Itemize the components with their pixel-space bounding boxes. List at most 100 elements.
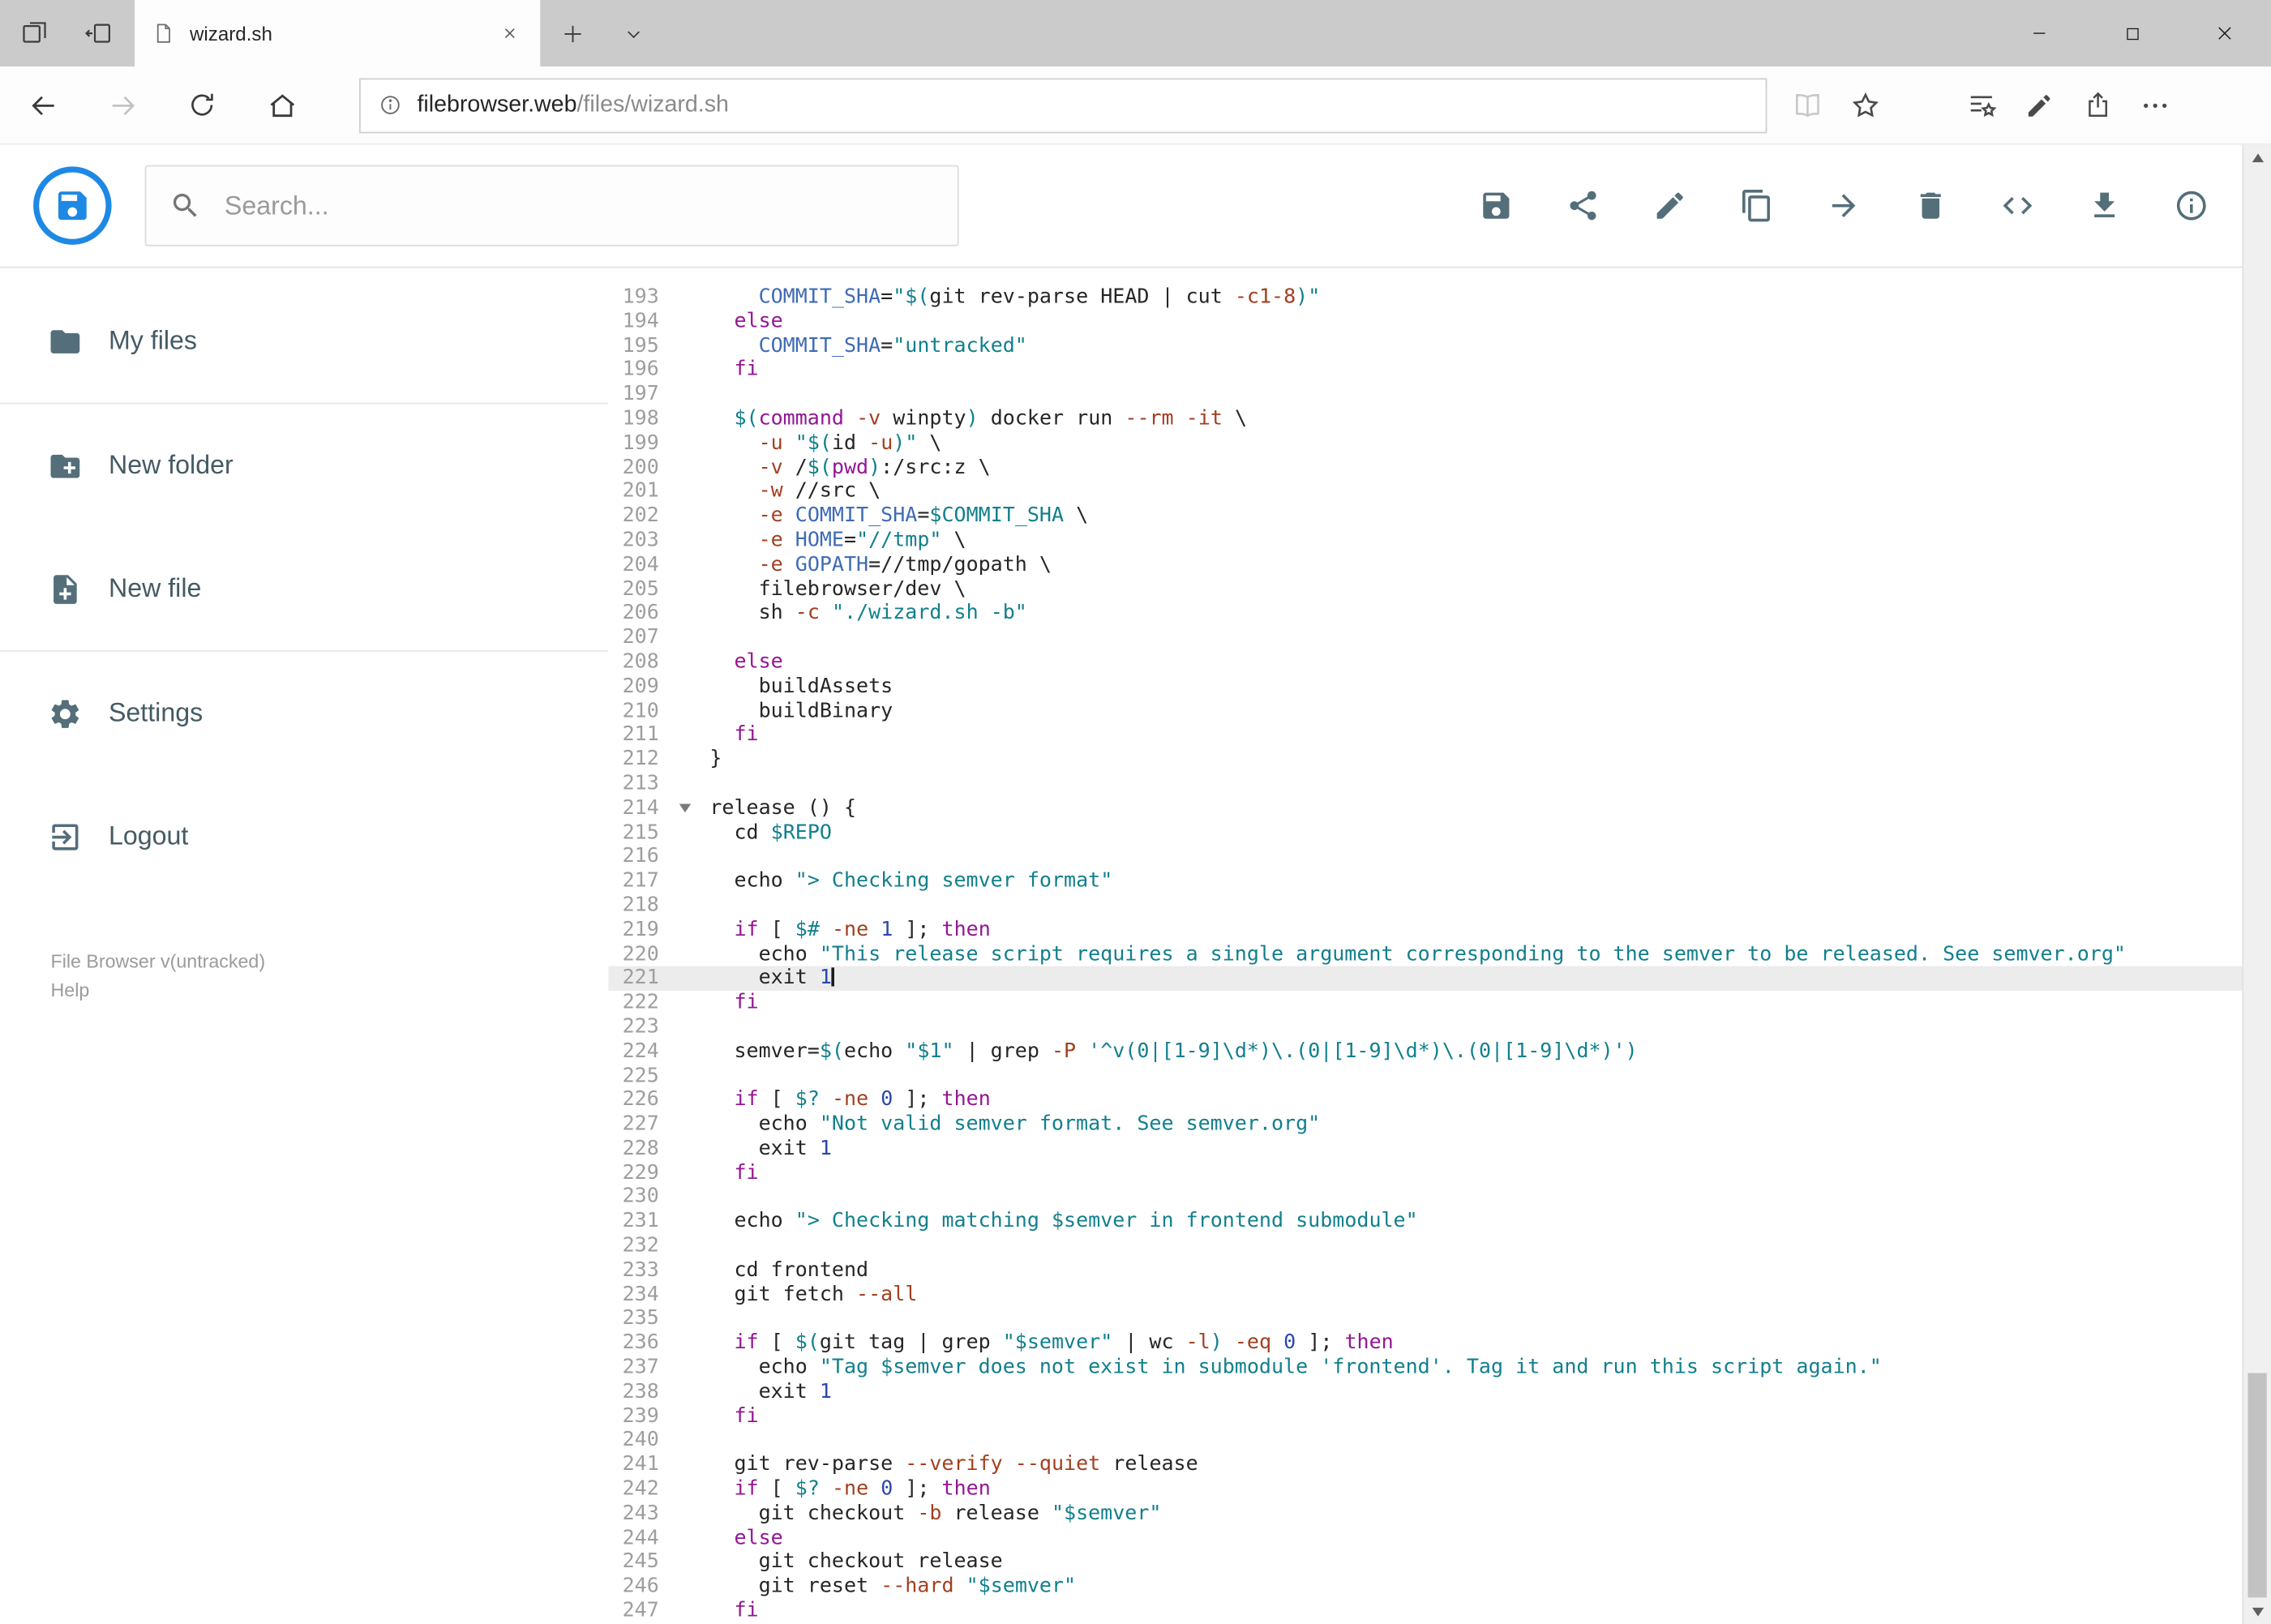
scrollbar-track[interactable] — [2242, 144, 2271, 1624]
set-tabs-aside-icon[interactable] — [84, 19, 114, 48]
code-line-211[interactable]: 211 fi — [608, 723, 2271, 748]
more-options-icon[interactable] — [2126, 66, 2183, 144]
code-line-235[interactable]: 235 — [608, 1307, 2271, 1331]
save-button[interactable] — [1479, 188, 1514, 223]
code-line-194[interactable]: 194 else — [608, 310, 2271, 334]
new-tab-button[interactable] — [540, 0, 604, 66]
search-input[interactable] — [221, 189, 935, 223]
code-line-242[interactable]: 242 if [ $? -ne 0 ]; then — [608, 1477, 2271, 1502]
code-line-245[interactable]: 245 git checkout release — [608, 1550, 2271, 1575]
code-line-222[interactable]: 222 fi — [608, 991, 2271, 1015]
code-line-231[interactable]: 231 echo "> Checking matching $semver in… — [608, 1210, 2271, 1234]
code-line-193[interactable]: 193 COMMIT_SHA="$(git rev-parse HEAD | c… — [608, 285, 2271, 310]
code-line-227[interactable]: 227 echo "Not valid semver format. See s… — [608, 1112, 2271, 1137]
search-box[interactable] — [144, 165, 959, 246]
url-text[interactable]: filebrowser.web/files/wizard.sh — [417, 92, 728, 118]
code-line-228[interactable]: 228 exit 1 — [608, 1137, 2271, 1161]
code-line-237[interactable]: 237 echo "Tag $semver does not exist in … — [608, 1356, 2271, 1380]
sidebar-item-my-files[interactable]: My files — [0, 280, 608, 403]
code-line-195[interactable]: 195 COMMIT_SHA="untracked" — [608, 334, 2271, 358]
sidebar-item-new-folder[interactable]: New folder — [0, 404, 608, 527]
code-line-204[interactable]: 204 -e GOPATH=//tmp/gopath \ — [608, 553, 2271, 577]
minimize-button[interactable] — [1993, 0, 2085, 66]
code-line-247[interactable]: 247 fi — [608, 1599, 2271, 1623]
code-button[interactable] — [2000, 188, 2035, 223]
scrollbar-thumb[interactable] — [2247, 1373, 2267, 1598]
web-note-pen-icon[interactable] — [2011, 66, 2068, 144]
forward-button[interactable] — [83, 66, 162, 144]
tabs-set-aside-icon[interactable] — [20, 19, 49, 48]
fold-icon[interactable] — [679, 803, 692, 812]
code-line-243[interactable]: 243 git checkout -b release "$semver" — [608, 1502, 2271, 1526]
code-line-199[interactable]: 199 -u "$(id -u)" \ — [608, 431, 2271, 456]
code-line-202[interactable]: 202 -e COMMIT_SHA=$COMMIT_SHA \ — [608, 504, 2271, 529]
site-info-icon[interactable] — [378, 92, 402, 117]
code-line-220[interactable]: 220 echo "This release script requires a… — [608, 942, 2271, 966]
rename-button[interactable] — [1652, 188, 1687, 223]
add-favorite-star-icon[interactable] — [1836, 66, 1894, 144]
code-line-239[interactable]: 239 fi — [608, 1404, 2271, 1429]
maximize-button[interactable] — [2085, 0, 2178, 66]
code-line-214[interactable]: 214 release () { — [608, 796, 2271, 821]
code-line-224[interactable]: 224 semver=$(echo "$1" | grep -P '^v(0|[… — [608, 1039, 2271, 1064]
code-line-229[interactable]: 229 fi — [608, 1161, 2271, 1185]
code-line-213[interactable]: 213 — [608, 772, 2271, 796]
refresh-button[interactable] — [162, 66, 242, 144]
scrollbar-down-button[interactable] — [2243, 1600, 2271, 1624]
code-line-234[interactable]: 234 git fetch --all — [608, 1283, 2271, 1307]
help-link[interactable]: Help — [51, 976, 609, 1005]
code-line-223[interactable]: 223 — [608, 1015, 2271, 1039]
copy-button[interactable] — [1739, 188, 1774, 223]
sidebar-item-settings[interactable]: Settings — [0, 652, 608, 775]
home-button[interactable] — [242, 66, 321, 144]
code-line-246[interactable]: 246 git reset --hard "$semver" — [608, 1575, 2271, 1599]
code-line-200[interactable]: 200 -v /$(pwd):/src:z \ — [608, 456, 2271, 480]
code-line-233[interactable]: 233 cd frontend — [608, 1258, 2271, 1283]
back-button[interactable] — [3, 66, 83, 144]
code-editor[interactable]: 193 COMMIT_SHA="$(git rev-parse HEAD | c… — [608, 268, 2271, 1624]
download-button[interactable] — [2087, 188, 2122, 223]
code-line-207[interactable]: 207 — [608, 626, 2271, 650]
code-line-209[interactable]: 209 buildAssets — [608, 675, 2271, 699]
code-line-205[interactable]: 205 filebrowser/dev \ — [608, 577, 2271, 602]
code-line-208[interactable]: 208 else — [608, 650, 2271, 675]
code-line-240[interactable]: 240 — [608, 1429, 2271, 1453]
code-line-230[interactable]: 230 — [608, 1185, 2271, 1210]
close-button[interactable] — [2179, 0, 2271, 66]
delete-button[interactable] — [1913, 188, 1948, 223]
code-line-244[interactable]: 244 else — [608, 1526, 2271, 1550]
code-line-219[interactable]: 219 if [ $# -ne 1 ]; then — [608, 918, 2271, 942]
share-button[interactable] — [1566, 188, 1600, 223]
favorites-hub-icon[interactable] — [1952, 66, 2010, 144]
code-line-206[interactable]: 206 sh -c "./wizard.sh -b" — [608, 602, 2271, 626]
code-line-201[interactable]: 201 -w //src \ — [608, 480, 2271, 504]
code-line-225[interactable]: 225 — [608, 1064, 2271, 1088]
code-line-212[interactable]: 212} — [608, 748, 2271, 772]
code-line-226[interactable]: 226 if [ $? -ne 0 ]; then — [608, 1088, 2271, 1112]
address-bar[interactable]: filebrowser.web/files/wizard.sh — [359, 77, 1768, 133]
scrollbar-up-button[interactable] — [2243, 145, 2271, 169]
code-line-210[interactable]: 210 buildBinary — [608, 699, 2271, 723]
info-button[interactable] — [2174, 188, 2209, 223]
code-line-232[interactable]: 232 — [608, 1234, 2271, 1258]
move-button[interactable] — [1827, 188, 1862, 223]
code-line-221[interactable]: 221 exit 1 — [608, 966, 2271, 992]
code-line-196[interactable]: 196 fi — [608, 358, 2271, 383]
tab-list-chevron-icon[interactable] — [604, 0, 662, 66]
sidebar-item-logout[interactable]: Logout — [0, 775, 608, 898]
tab-close-icon[interactable] — [497, 20, 523, 46]
code-line-238[interactable]: 238 exit 1 — [608, 1380, 2271, 1404]
code-line-216[interactable]: 216 — [608, 845, 2271, 869]
sidebar-item-new-file[interactable]: New file — [0, 527, 608, 650]
code-line-241[interactable]: 241 git rev-parse --verify --quiet relea… — [608, 1453, 2271, 1477]
code-line-218[interactable]: 218 — [608, 893, 2271, 918]
code-line-217[interactable]: 217 echo "> Checking semver format" — [608, 869, 2271, 893]
code-line-236[interactable]: 236 if [ $(git tag | grep "$semver" | wc… — [608, 1331, 2271, 1356]
code-line-215[interactable]: 215 cd $REPO — [608, 821, 2271, 845]
code-line-203[interactable]: 203 -e HOME="//tmp" \ — [608, 529, 2271, 553]
share-page-icon[interactable] — [2068, 66, 2126, 144]
code-line-197[interactable]: 197 — [608, 383, 2271, 407]
reading-view-icon[interactable] — [1779, 66, 1836, 144]
browser-tab[interactable]: wizard.sh — [135, 0, 541, 67]
code-line-198[interactable]: 198 $(command -v winpty) docker run --rm… — [608, 407, 2271, 431]
